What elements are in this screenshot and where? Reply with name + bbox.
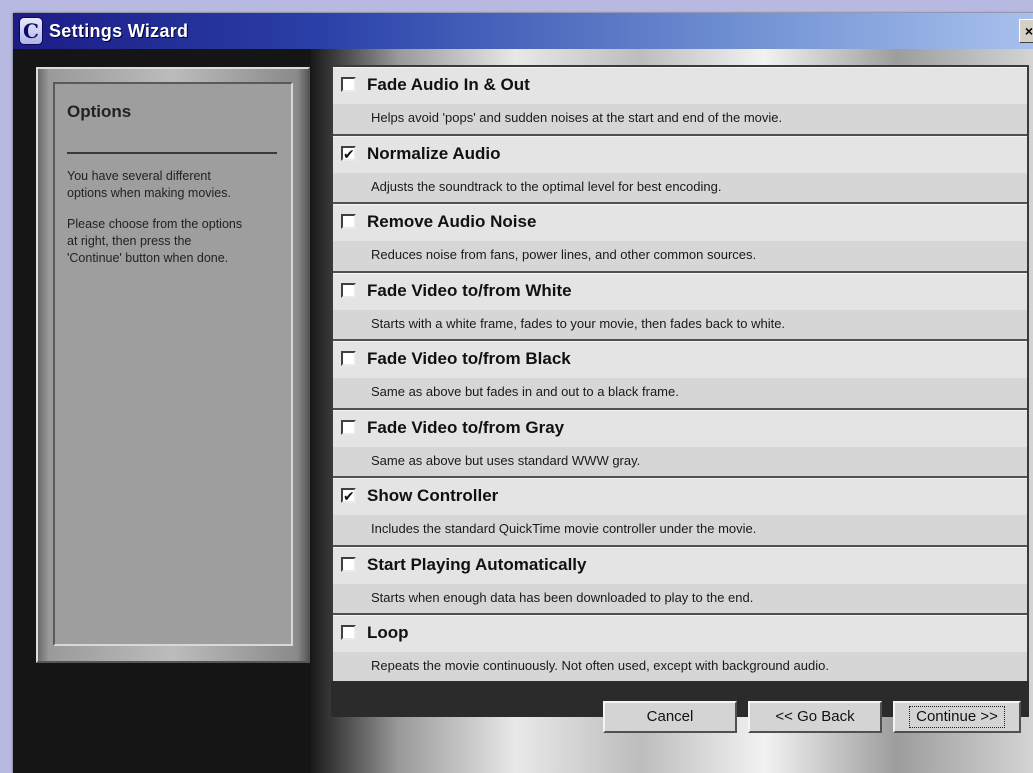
option-row[interactable]: Loop Repeats the movie continuously. Not … xyxy=(333,615,1027,682)
option-label[interactable]: Remove Audio Noise xyxy=(367,212,536,232)
options-intro-text: You have several different options when … xyxy=(67,169,231,200)
option-description: Starts when enough data has been downloa… xyxy=(371,589,754,605)
cancel-button[interactable]: Cancel xyxy=(603,701,737,733)
option-row[interactable]: Fade Video to/from White Starts with a wh… xyxy=(333,272,1027,339)
option-description: Reduces noise from fans, power lines, an… xyxy=(371,247,757,262)
cancel-button-label: Cancel xyxy=(646,708,694,725)
option-checkbox[interactable] xyxy=(341,556,356,572)
options-info-panel: Options You have several different optio… xyxy=(53,82,293,646)
option-checkbox[interactable] xyxy=(341,625,356,640)
option-checkbox[interactable]: ✔ xyxy=(341,145,356,161)
option-label[interactable]: Normalize Audio xyxy=(367,144,501,164)
title-bar[interactable]: C Settings Wizard × xyxy=(13,13,1033,49)
settings-wizard-window: C Settings Wizard × Options You have sev… xyxy=(13,13,1033,773)
close-button[interactable]: × xyxy=(1019,19,1033,43)
options-list: Fade Audio In & Out Helps avoid 'pops' an… xyxy=(331,65,1029,682)
option-row[interactable]: Start Playing Automatically Starts when e… xyxy=(333,546,1027,613)
option-row[interactable]: Remove Audio Noise Reduces noise from fan… xyxy=(333,204,1027,271)
option-label[interactable]: Show Controller xyxy=(367,486,498,506)
option-description: Adjusts the soundtrack to the optimal le… xyxy=(371,178,722,194)
option-checkbox[interactable] xyxy=(341,282,356,298)
option-checkbox[interactable] xyxy=(341,77,356,92)
option-description: Starts with a white frame, fades to your… xyxy=(371,315,786,331)
options-area: Fade Audio In & Out Helps avoid 'pops' an… xyxy=(311,49,1033,773)
app-logo-icon: C xyxy=(19,17,43,45)
go-back-button[interactable]: << Go Back xyxy=(748,701,882,733)
option-label[interactable]: Fade Audio In & Out xyxy=(367,75,530,95)
option-description: Includes the standard QuickTime movie co… xyxy=(371,521,757,536)
continue-button-label: Continue >> xyxy=(909,706,1005,728)
options-info-frame: Options You have several different optio… xyxy=(36,67,310,663)
options-heading: Options xyxy=(67,102,132,121)
option-description: Repeats the movie continuously. Not ofte… xyxy=(371,658,829,673)
option-description: Same as above but fades in and out to a … xyxy=(371,384,679,399)
option-row[interactable]: ✔ Show Controller Includes the standard Qu… xyxy=(333,478,1027,545)
option-row[interactable]: ✔ Normalize Audio Adjusts the soundtrack t… xyxy=(333,135,1027,202)
option-label[interactable]: Start Playing Automatically xyxy=(367,555,586,575)
option-checkbox[interactable] xyxy=(341,419,356,435)
option-row-header xyxy=(333,616,1027,652)
option-label[interactable]: Fade Video to/from Gray xyxy=(367,418,564,438)
option-label[interactable]: Fade Video to/from White xyxy=(367,281,572,301)
option-label[interactable]: Loop xyxy=(367,623,409,643)
go-back-button-label: << Go Back xyxy=(775,708,855,725)
option-checkbox[interactable] xyxy=(341,351,356,366)
window-title: Settings Wizard xyxy=(49,20,189,41)
divider xyxy=(67,152,277,154)
option-label[interactable]: Fade Video to/from Black xyxy=(367,349,571,369)
options-instructions-text: Please choose from the options at right,… xyxy=(67,217,243,265)
option-row[interactable]: Fade Audio In & Out Helps avoid 'pops' an… xyxy=(333,67,1027,134)
option-description: Same as above but uses standard WWW gray… xyxy=(371,452,641,468)
option-row[interactable]: Fade Video to/from Black Same as above bu… xyxy=(333,341,1027,408)
continue-button[interactable]: Continue >> xyxy=(893,701,1021,733)
wizard-button-bar: Cancel << Go Back Continue >> xyxy=(303,701,1033,735)
option-description: Helps avoid 'pops' and sudden noises at … xyxy=(371,110,783,125)
option-checkbox[interactable]: ✔ xyxy=(341,488,356,503)
option-checkbox[interactable] xyxy=(341,214,356,229)
option-row[interactable]: Fade Video to/from Gray Same as above but… xyxy=(333,409,1027,476)
